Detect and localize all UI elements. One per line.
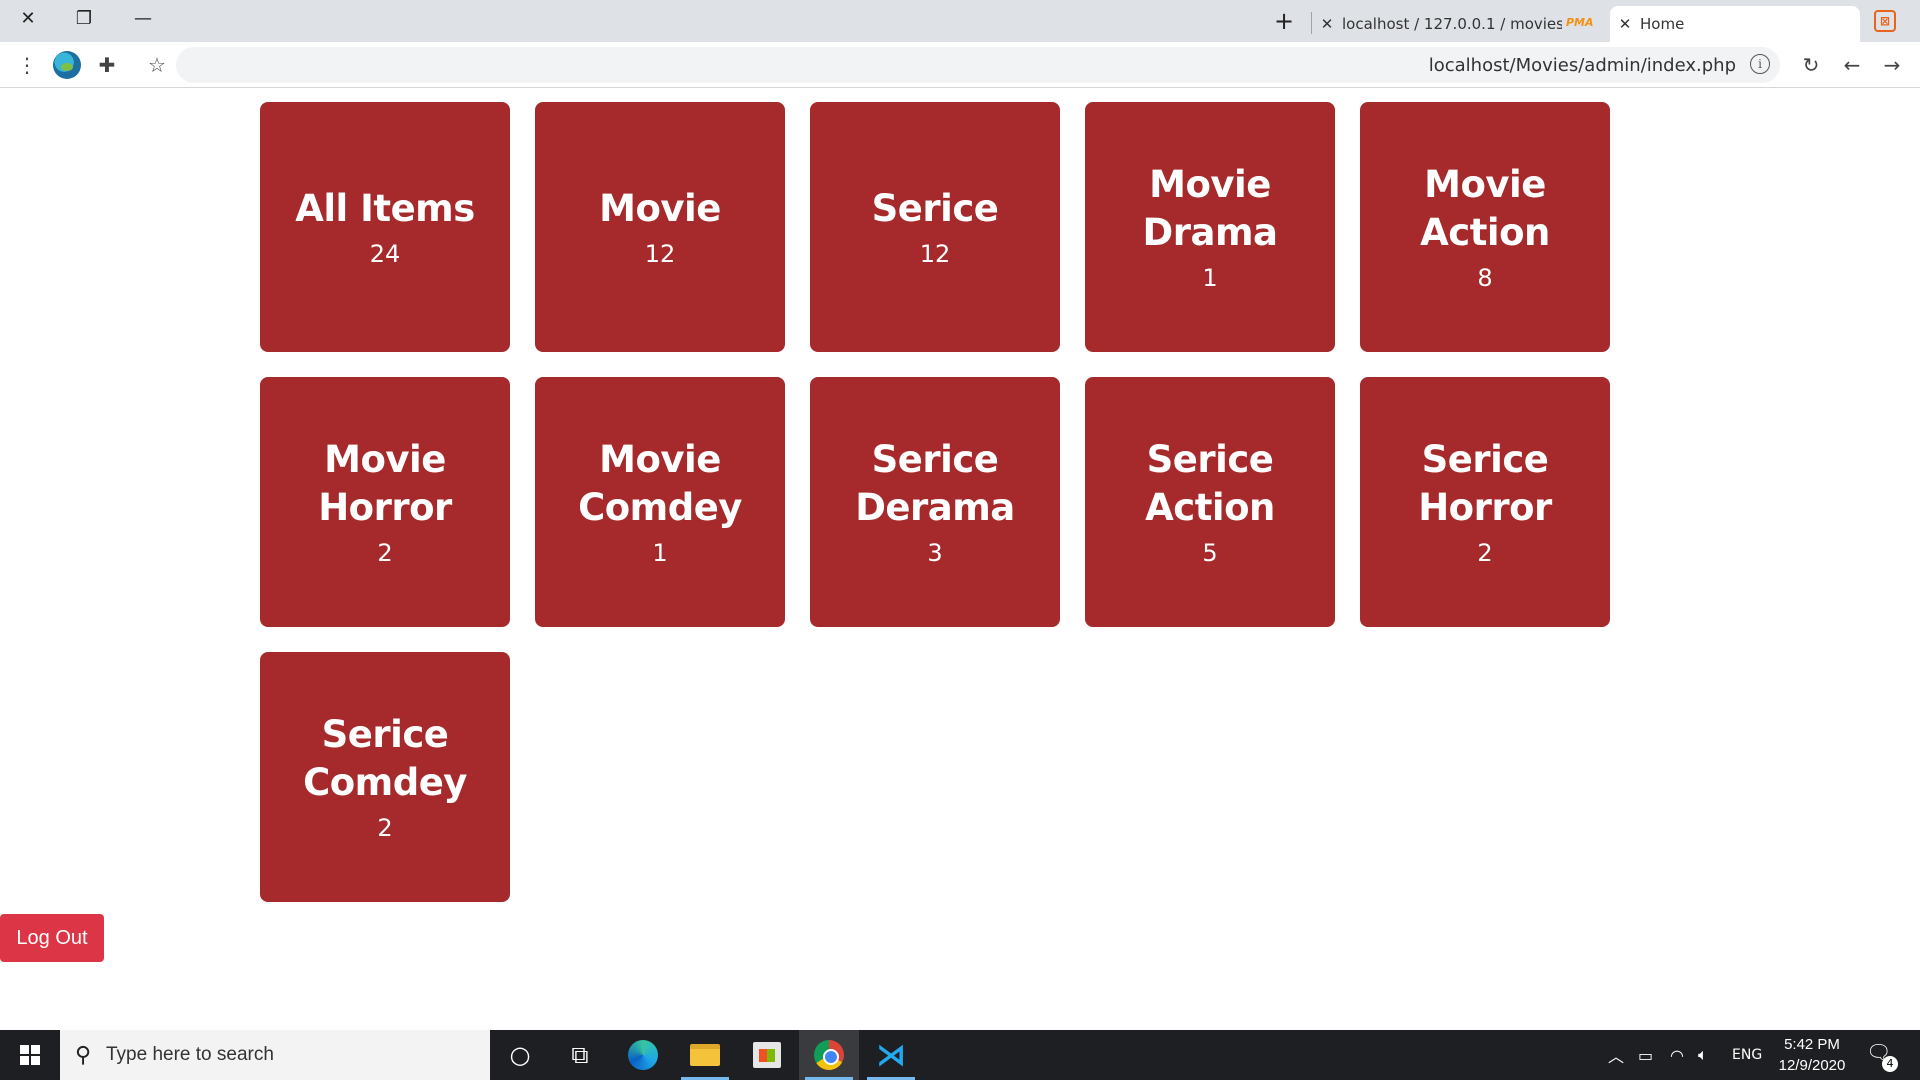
forward-arrow-icon[interactable]: →: [1877, 50, 1907, 80]
tab-home[interactable]: ✕ Home: [1610, 6, 1860, 42]
microsoft-store-icon[interactable]: [737, 1030, 797, 1080]
card-title: Serice Derama: [855, 438, 1015, 529]
card-serice-action[interactable]: Serice Action 5: [1085, 377, 1335, 627]
notifications-icon[interactable]: 🗨︎ 4: [1866, 1040, 1898, 1072]
taskbar-clock[interactable]: 5:42 PM 12/9/2020: [1764, 1034, 1860, 1076]
language-indicator[interactable]: ENG: [1732, 1030, 1762, 1080]
extensions-puzzle-icon[interactable]: ✚: [92, 50, 122, 80]
menu-kebab-icon[interactable]: ⋮: [12, 50, 42, 80]
start-button[interactable]: [0, 1030, 60, 1080]
card-title: Movie Drama: [1142, 163, 1278, 254]
taskbar-search[interactable]: ⚲ Type here to search: [60, 1030, 490, 1080]
card-title: Serice Horror: [1418, 438, 1552, 529]
card-title: Serice: [871, 187, 999, 230]
restore-window-icon[interactable]: ❐: [56, 0, 112, 36]
notification-badge: 4: [1882, 1056, 1898, 1072]
xampp-app-icon[interactable]: ⊠: [1874, 10, 1896, 32]
chrome-icon[interactable]: [799, 1030, 859, 1080]
card-movie-drama[interactable]: Movie Drama 1: [1085, 102, 1335, 352]
card-title: Movie Horror: [318, 438, 452, 529]
edge-browser-icon[interactable]: [613, 1030, 673, 1080]
close-window-icon[interactable]: ✕: [0, 0, 56, 36]
card-movie[interactable]: Movie 12: [535, 102, 785, 352]
minimize-window-icon[interactable]: —: [115, 0, 171, 36]
search-placeholder: Type here to search: [106, 1044, 274, 1065]
browser-toolbar: ⋮ ✚ ☆ localhost/Movies/admin/index.php i…: [0, 42, 1920, 88]
close-tab-icon[interactable]: ✕: [1312, 15, 1342, 33]
tab-title: localhost / 127.0.0.1 / movies / items: [1342, 15, 1562, 33]
clock-date: 12/9/2020: [1778, 1057, 1846, 1074]
vscode-icon[interactable]: ⋊: [861, 1030, 921, 1080]
url-text[interactable]: localhost/Movies/admin/index.php: [1429, 55, 1736, 76]
back-arrow-icon[interactable]: ←: [1837, 50, 1867, 80]
wifi-icon[interactable]: ◠: [1670, 1030, 1684, 1080]
windows-logo-icon: [20, 1045, 40, 1065]
card-count: 24: [369, 240, 401, 268]
tray-chevron-up-icon[interactable]: ︿: [1608, 1030, 1624, 1080]
clock-time: 5:42 PM: [1784, 1036, 1840, 1053]
card-count: 2: [1477, 539, 1493, 567]
reload-icon[interactable]: ↻: [1796, 50, 1826, 80]
battery-icon[interactable]: ▭: [1638, 1030, 1653, 1080]
card-movie-action[interactable]: Movie Action 8: [1360, 102, 1610, 352]
new-tab-icon[interactable]: +: [1262, 6, 1306, 36]
windows-taskbar: ⚲ Type here to search ○ ⧉ ⋊ ︿ ▭ ◠ 🔈︎ ENG…: [0, 1030, 1920, 1080]
card-movie-horror[interactable]: Movie Horror 2: [260, 377, 510, 627]
card-count: 2: [377, 539, 393, 567]
card-title: Movie: [599, 187, 721, 230]
tab-phpmyadmin[interactable]: ✕ localhost / 127.0.0.1 / movies / items…: [1312, 6, 1606, 42]
card-count: 3: [927, 539, 943, 567]
address-bar[interactable]: localhost/Movies/admin/index.php i: [176, 47, 1780, 83]
logout-button[interactable]: Log Out: [0, 914, 104, 962]
card-count: 12: [919, 240, 951, 268]
site-info-icon[interactable]: i: [1750, 54, 1770, 74]
card-serice-comdey[interactable]: Serice Comdey 2: [260, 652, 510, 902]
card-count: 5: [1202, 539, 1218, 567]
card-title: All Items: [295, 187, 475, 230]
profile-avatar[interactable]: [53, 51, 81, 79]
phpmyadmin-icon: PMA: [1566, 16, 1594, 29]
browser-tab-strip: ✕ ❐ — + ✕ localhost / 127.0.0.1 / movies…: [0, 0, 1920, 42]
task-view-icon[interactable]: ⧉: [550, 1030, 610, 1080]
tab-title: Home: [1640, 15, 1685, 33]
card-count: 2: [377, 814, 393, 842]
card-movie-comdey[interactable]: Movie Comdey 1: [535, 377, 785, 627]
card-serice-horror[interactable]: Serice Horror 2: [1360, 377, 1610, 627]
card-serice[interactable]: Serice 12: [810, 102, 1060, 352]
card-serice-derama[interactable]: Serice Derama 3: [810, 377, 1060, 627]
card-count: 12: [644, 240, 676, 268]
close-tab-icon[interactable]: ✕: [1610, 15, 1640, 33]
card-count: 1: [652, 539, 668, 567]
volume-icon[interactable]: 🔈︎: [1698, 1030, 1708, 1080]
search-icon: ⚲: [74, 1042, 92, 1068]
card-all-items[interactable]: All Items 24: [260, 102, 510, 352]
file-explorer-icon[interactable]: [675, 1030, 735, 1080]
card-count: 1: [1202, 264, 1218, 292]
card-count: 8: [1477, 264, 1493, 292]
card-title: Movie Comdey: [578, 438, 742, 529]
card-title: Movie Action: [1420, 163, 1550, 254]
bookmark-star-icon[interactable]: ☆: [142, 50, 172, 80]
cortana-icon[interactable]: ○: [490, 1030, 550, 1080]
card-title: Serice Action: [1145, 438, 1275, 529]
card-title: Serice Comdey: [303, 713, 467, 804]
